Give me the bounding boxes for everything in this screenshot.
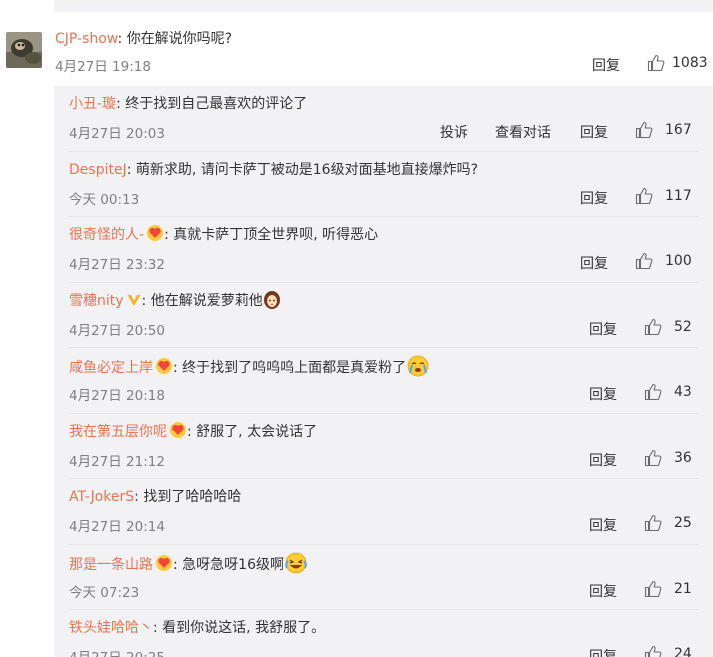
reply-text: 萌新求助, 请问卡萨丁被动是16级对面基地直接爆炸吗? (135, 161, 479, 178)
reply-button[interactable]: 回复 (589, 450, 617, 470)
reply-button[interactable]: 回复 (589, 319, 617, 339)
reply-item: AT-JokerS: 找到了哈哈哈哈 4月27日 20:14 回复 25 (54, 479, 713, 545)
reply-username[interactable]: 那是一条山路 (69, 557, 153, 573)
reply-text: 终于找到了呜呜呜上面都是真爱粉了 (182, 360, 407, 376)
like-count: 21 (674, 580, 692, 597)
report-button[interactable]: 投诉 (440, 122, 468, 142)
thumbs-up-icon[interactable] (635, 252, 653, 270)
reply-item: 小丑-璇: 终于找到自己最喜欢的评论了 4月27日 20:03 投诉 查看对话 … (54, 86, 713, 152)
reply-item: 我在第五层你呢: 舒服了, 太会说话了 4月27日 21:12 回复 36 (54, 414, 713, 479)
reply-item: DespiteJ: 萌新求助, 请问卡萨丁被动是16级对面基地直接爆炸吗? 今天… (54, 152, 713, 217)
thumbs-up-icon[interactable] (644, 449, 662, 467)
thumbs-up-icon[interactable] (644, 580, 662, 598)
reply-text: 找到了哈哈哈哈 (143, 489, 242, 505)
comment-username[interactable]: CJP-show (55, 31, 118, 47)
like-count: 25 (674, 515, 692, 531)
reply-text: 舒服了, 太会说话了 (196, 423, 318, 440)
reply-button[interactable]: 回复 (580, 122, 608, 142)
thumbs-up-icon[interactable] (644, 514, 662, 532)
laughing-crying-emoji-icon (284, 552, 308, 578)
reply-text: 急呀急呀16级啊 (182, 556, 284, 573)
reply-text: 终于找到自己最喜欢的评论了 (125, 96, 308, 112)
reply-username[interactable]: 很奇怪的人- (69, 227, 144, 243)
red-heart-badge-icon (155, 357, 173, 379)
reply-item: 咸鱼必定上岸: 终于找到了呜呜呜上面都是真爱粉了 4月27日 20:18 回复 … (54, 348, 713, 414)
reply-username[interactable]: 铁头娃哈哈丶 (69, 620, 153, 636)
crying-face-emoji-icon (406, 355, 430, 381)
reply-username[interactable]: 我在第五层你呢 (69, 424, 167, 440)
reply-username[interactable]: DespiteJ (69, 162, 127, 178)
reply-button[interactable]: 回复 (589, 646, 617, 657)
reply-button[interactable]: 回复 (589, 581, 617, 601)
reply-item: 铁头娃哈哈丶: 看到你说这话, 我舒服了。 4月27日 20:25 回复 24 (54, 610, 713, 657)
thumbs-up-icon[interactable] (644, 318, 662, 336)
previous-thread-background (54, 0, 713, 12)
reply-button[interactable]: 回复 (592, 55, 620, 75)
comment-time: 4月27日 19:18 (55, 59, 151, 75)
red-heart-badge-icon (146, 224, 164, 246)
reply-item: 很奇怪的人-: 真就卡萨丁顶全世界呗, 听得恶心 4月27日 23:32 回复 … (54, 217, 713, 283)
like-count: 36 (674, 449, 692, 466)
like-count: 167 (665, 122, 692, 138)
like-count: 100 (665, 253, 692, 269)
red-heart-badge-icon (169, 421, 187, 443)
thumbs-up-icon[interactable] (635, 121, 653, 139)
comment-text: 你在解说你吗呢? (126, 31, 233, 47)
reply-time: 4月27日 21:12 (69, 453, 165, 470)
like-count: 24 (674, 646, 692, 657)
girl-emoji-icon (263, 290, 281, 314)
reply-button[interactable]: 回复 (580, 253, 608, 273)
vip-v-icon (126, 292, 142, 312)
reply-username[interactable]: 雪穗nity (69, 293, 124, 309)
main-comment: CJP-show: 你在解说你吗呢? 4月27日 19:18 回复 1083 (0, 26, 713, 80)
reply-time: 4月27日 20:50 (69, 322, 165, 339)
reply-username[interactable]: 小丑-璇 (69, 96, 116, 112)
view-conversation-button[interactable]: 查看对话 (495, 122, 551, 142)
thumbs-up-icon[interactable] (635, 187, 653, 205)
reply-item: 那是一条山路: 急呀急呀16级啊 今天 07:23 回复 21 (54, 545, 713, 610)
reply-item: 雪穗nity: 他在解说爱萝莉他 4月27日 20:50 回复 52 (54, 283, 713, 348)
reply-text: 真就卡萨丁顶全世界呗, 听得恶心 (173, 227, 379, 243)
like-count: 52 (674, 318, 692, 335)
reply-time: 4月27日 20:14 (69, 519, 165, 535)
red-heart-badge-icon (155, 554, 173, 576)
reply-time: 4月27日 20:25 (69, 646, 165, 657)
avatar[interactable] (6, 32, 42, 68)
reply-time: 4月27日 20:18 (69, 388, 165, 404)
thumbs-up-icon[interactable] (644, 383, 662, 401)
thumbs-up-icon[interactable] (647, 54, 665, 72)
reply-list: 小丑-璇: 终于找到自己最喜欢的评论了 4月27日 20:03 投诉 查看对话 … (54, 86, 713, 657)
reply-button[interactable]: 回复 (580, 188, 608, 208)
reply-button[interactable]: 回复 (589, 384, 617, 404)
like-count: 117 (665, 187, 692, 204)
like-count: 1083 (672, 55, 708, 71)
reply-text: 他在解说爱萝莉他 (150, 292, 263, 309)
reply-time: 今天 07:23 (69, 584, 140, 601)
reply-button[interactable]: 回复 (589, 515, 617, 535)
reply-time: 4月27日 20:03 (69, 126, 165, 142)
thumbs-up-icon[interactable] (644, 645, 662, 657)
reply-time: 今天 00:13 (69, 191, 140, 208)
reply-username[interactable]: 咸鱼必定上岸 (69, 360, 153, 376)
reply-username[interactable]: AT-JokerS (69, 489, 134, 505)
like-count: 43 (674, 384, 692, 400)
reply-time: 4月27日 23:32 (69, 257, 165, 273)
reply-text: 看到你说这话, 我舒服了。 (162, 620, 326, 636)
